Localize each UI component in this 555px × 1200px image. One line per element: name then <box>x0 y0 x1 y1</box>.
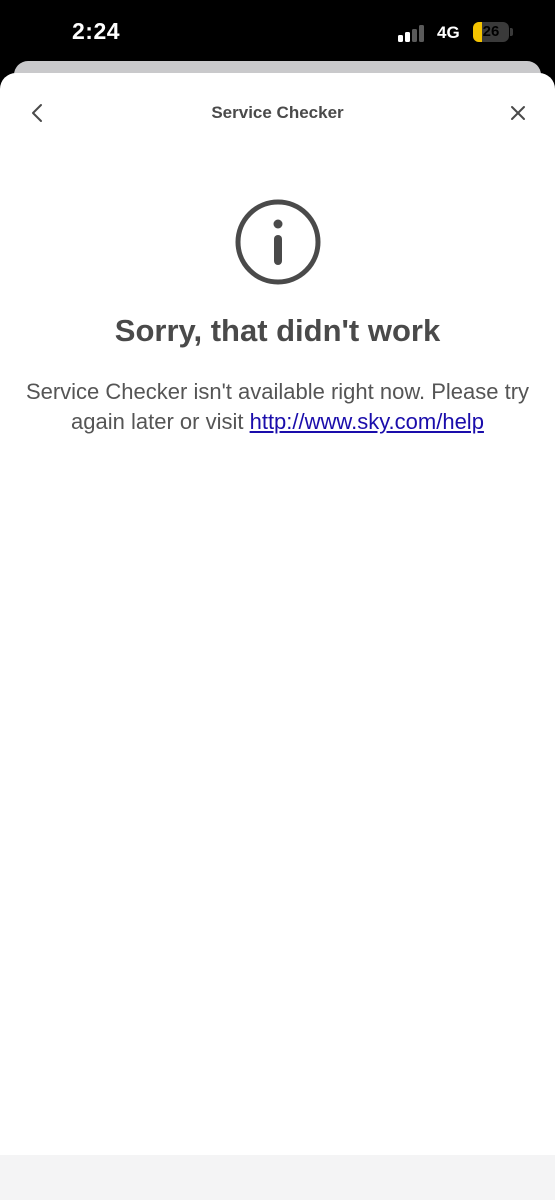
help-link[interactable]: http://www.sky.com/help <box>250 409 484 434</box>
status-time: 2:24 <box>72 18 121 44</box>
status-bar: 2:24 4G 26 <box>0 0 555 62</box>
network-type: 4G <box>437 23 460 42</box>
close-button[interactable] <box>503 98 533 128</box>
bottom-bar <box>0 1155 555 1200</box>
page-title: Service Checker <box>211 103 344 122</box>
close-icon <box>511 106 525 120</box>
battery-level: 26 <box>482 23 500 40</box>
battery-tip <box>510 28 513 36</box>
modal-sheet: Service Checker Sorry, that didn't work … <box>0 73 555 1200</box>
info-icon <box>235 199 321 285</box>
error-title: Sorry, that didn't work <box>114 313 441 348</box>
cellular-signal-icon <box>398 24 428 42</box>
battery-icon: 26 <box>473 22 509 42</box>
error-message: Service Checker isn't available right no… <box>14 377 541 437</box>
